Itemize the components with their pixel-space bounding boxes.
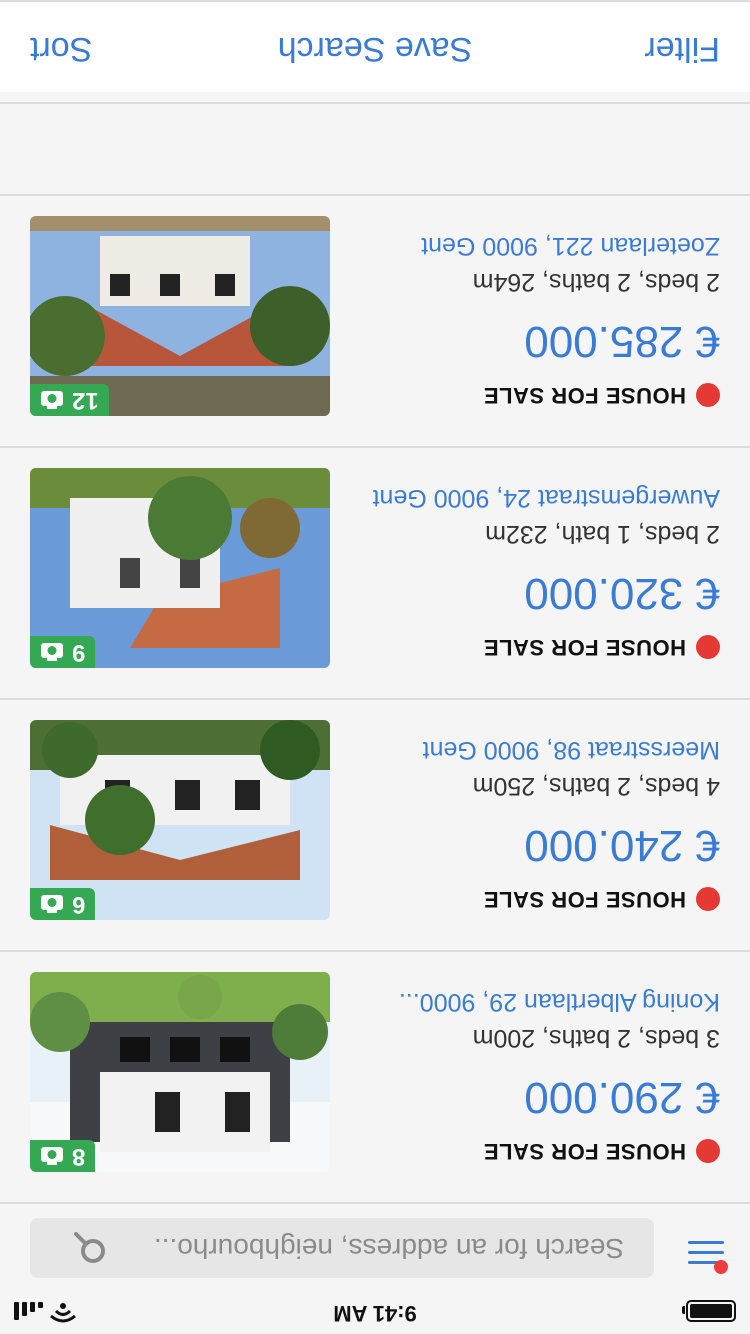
photo-count: 12	[72, 387, 99, 414]
listing-price: € 240.000	[524, 821, 720, 870]
status-dot	[696, 635, 720, 659]
photo-count: 9	[72, 639, 86, 666]
list-spacer	[0, 102, 750, 194]
notification-dot	[714, 1260, 728, 1274]
status-time: 9:41 AM	[333, 1301, 417, 1326]
listing-card[interactable]: HOUSE FOR SALE € 320.000 2 beds, 1 bath,…	[0, 446, 750, 698]
listing-list: HOUSE FOR SALE € 290.000 3 beds, 2 baths…	[0, 102, 750, 1202]
search-input[interactable]: Search for an address, neighbourho...	[30, 1218, 654, 1278]
photo-count: 8	[72, 1143, 86, 1170]
status-dot	[696, 887, 720, 911]
listing-price: € 320.000	[524, 569, 720, 618]
listing-photo[interactable]: 8	[30, 972, 330, 1172]
sort-button[interactable]: Sort	[30, 29, 92, 68]
listing-specs: 2 beds, 2 baths, 264m	[472, 268, 720, 296]
search-bar: Search for an address, neighbourho...	[0, 1202, 750, 1294]
photo-count-badge: 9	[30, 636, 96, 668]
listing-address: Auwergemstraat 24, 9000 Gent	[372, 484, 720, 512]
listing-specs: 4 beds, 2 baths, 250m	[472, 772, 720, 800]
app-screen: 9:41 AM Search for an address, neighbour…	[0, 0, 750, 1334]
photo-count-badge: 12	[30, 384, 109, 416]
menu-button[interactable]	[678, 1228, 728, 1278]
save-search-button[interactable]: Save Search	[0, 29, 750, 68]
search-placeholder: Search for an address, neighbourho...	[153, 1233, 624, 1264]
listing-photo[interactable]: 6	[30, 720, 330, 920]
action-bar: Filter Save Search Sort	[0, 0, 750, 92]
listing-card[interactable]: HOUSE FOR SALE € 290.000 3 beds, 2 baths…	[0, 950, 750, 1202]
listing-address: Zoeterlaan 221, 9000 Gent	[421, 232, 720, 260]
signal-icon	[14, 1302, 43, 1320]
listing-type: HOUSE FOR SALE	[483, 1139, 686, 1164]
listing-specs: 3 beds, 2 baths, 200m	[472, 1024, 720, 1052]
listing-type: HOUSE FOR SALE	[483, 383, 686, 408]
listing-price: € 290.000	[524, 1073, 720, 1122]
camera-icon	[41, 643, 63, 661]
listing-price: € 285.000	[524, 317, 720, 366]
status-dot	[696, 383, 720, 407]
wifi-icon	[50, 1303, 76, 1323]
camera-icon	[41, 391, 63, 409]
camera-icon	[41, 895, 63, 913]
photo-count-badge: 6	[30, 888, 96, 920]
listing-photo[interactable]: 9	[30, 468, 330, 668]
camera-icon	[41, 1147, 63, 1165]
listing-address: Koning Albertlaan 29, 9000...	[398, 988, 720, 1016]
photo-count-badge: 8	[30, 1140, 96, 1172]
listing-photo[interactable]: 12	[30, 216, 330, 416]
photo-count: 6	[72, 891, 86, 918]
status-bar: 9:41 AM	[0, 1294, 750, 1334]
search-icon	[74, 1232, 105, 1263]
listing-type: HOUSE FOR SALE	[483, 635, 686, 660]
listing-type: HOUSE FOR SALE	[483, 887, 686, 912]
listing-card[interactable]: HOUSE FOR SALE € 285.000 2 beds, 2 baths…	[0, 194, 750, 446]
listing-address: Meersstraat 98, 9000 Gent	[422, 736, 720, 764]
status-dot	[696, 1139, 720, 1163]
listing-specs: 2 beds, 1 bath, 232m	[485, 520, 720, 548]
listing-card[interactable]: HOUSE FOR SALE € 240.000 4 beds, 2 baths…	[0, 698, 750, 950]
